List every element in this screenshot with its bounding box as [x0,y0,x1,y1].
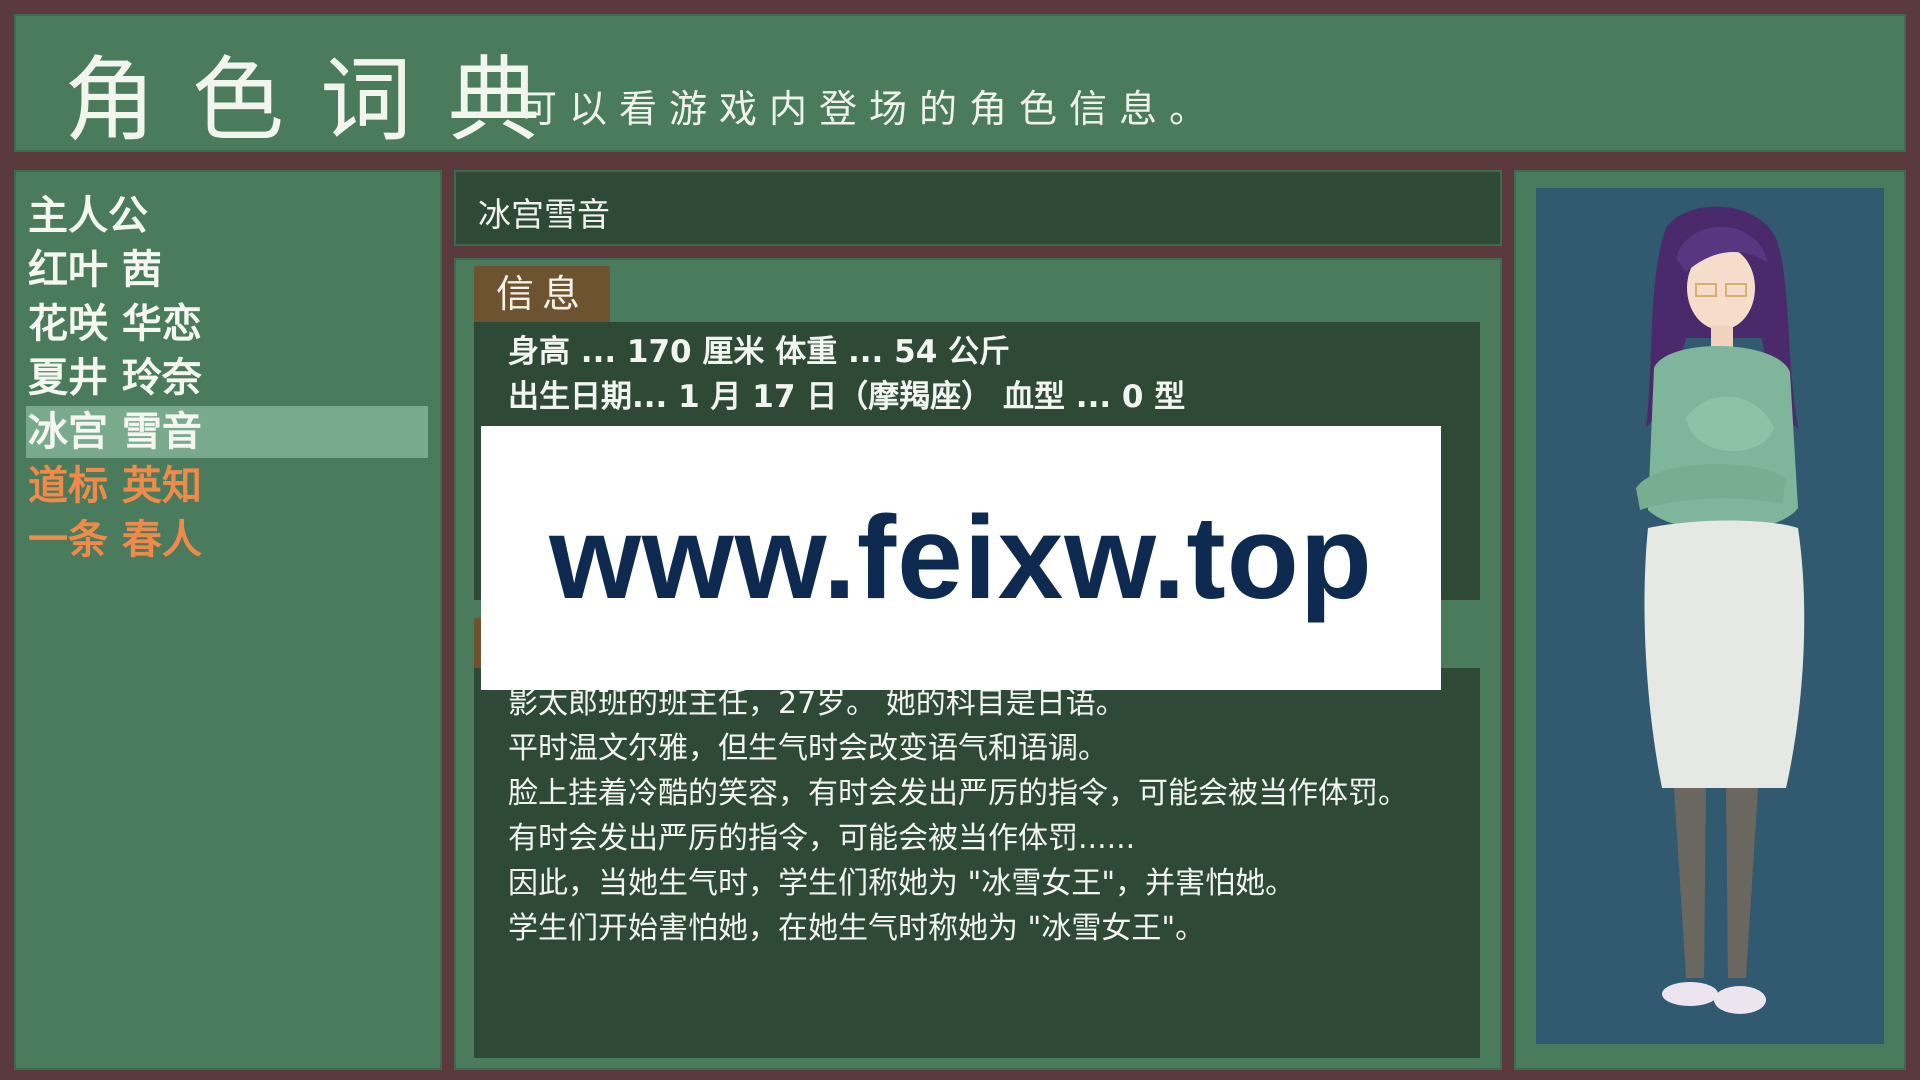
character-item-label: 红叶 茜 [28,247,162,293]
page-title: 角色词典 [64,47,577,154]
portrait-frame [1514,170,1906,1070]
character-item-haruto[interactable]: 一条 春人 [26,514,428,566]
description-line: 平时温文尔雅，但生气时会改变语气和语调。 [508,731,1108,766]
character-item-label: 一条 春人 [28,517,202,563]
character-item-reina[interactable]: 夏井 玲奈 [26,352,428,404]
info-tab: 信息 [474,266,610,322]
character-item-yukine-selected[interactable]: 冰宫 雪音 [26,406,428,458]
character-item-akane[interactable]: 红叶 茜 [26,244,428,296]
character-item-label: 道标 英知 [28,463,202,509]
header-panel: 角色词典 可以看游戏内登场的角色信息。 [14,14,1906,154]
character-item-karen[interactable]: 花咲 华恋 [26,298,428,350]
description-line: 学生们开始害怕她，在她生气时称她为 "冰雪女王"。 [508,911,1206,946]
character-name-bar: 冰宫雪音 [454,170,1502,246]
description-line: 脸上挂着冷酷的笑容，有时会发出严厉的指令，可能会被当作体罚。 [508,776,1408,811]
watermark-overlay: www.feixw.top [481,426,1441,690]
info-line-height-weight: 身高 ... 170 厘米 体重 ... 54 公斤 [508,334,1011,370]
character-item-label: 主人公 [28,193,148,239]
character-portrait-illustration [1636,206,1805,1014]
watermark-text: www.feixw.top [549,492,1373,624]
description-line: 因此，当她生气时，学生们称她为 "冰雪女王"，并害怕她。 [508,866,1296,901]
page-subtitle: 可以看游戏内登场的角色信息。 [519,87,1220,131]
character-item-label: 花咲 华恋 [28,301,202,347]
portrait-background [1536,188,1884,1044]
character-item-protagonist[interactable]: 主人公 [26,190,428,242]
character-item-label: 夏井 玲奈 [28,355,202,401]
character-list: 主人公 红叶 茜 花咲 华恋 夏井 玲奈 冰宫 雪音 道标 英知 一条 春人 [14,170,442,1070]
info-line-birthday-blood: 出生日期... 1 月 17 日（摩羯座） 血型 ... 0 型 [508,379,1186,415]
character-name: 冰宫雪音 [478,195,610,234]
description-box: 影太郎班的班主任，27岁。 她的科目是日语。 平时温文尔雅，但生气时会改变语气和… [474,668,1480,1058]
character-item-hidechi[interactable]: 道标 英知 [26,460,428,512]
character-item-label: 冰宫 雪音 [28,409,202,455]
description-line: 有时会发出严厉的指令，可能会被当作体罚...... [508,821,1136,856]
